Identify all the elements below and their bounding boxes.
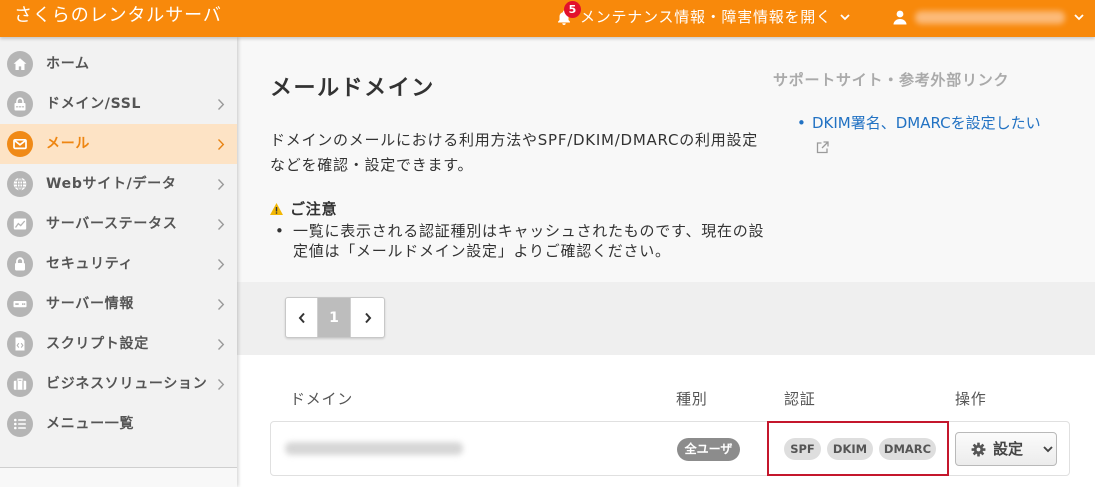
sidebar-item-label: ホーム	[46, 56, 90, 72]
chevron-right-icon	[217, 299, 225, 310]
settings-dropdown-button[interactable]: 設定	[955, 432, 1057, 466]
chevron-right-icon	[217, 259, 225, 270]
top-bar: さくらのレンタルサーバ 5 メンテナンス情報・障害情報を開く	[0, 0, 1095, 37]
dkim-dmarc-support-link[interactable]: DKIM署名、DMARCを設定したい	[812, 113, 1072, 133]
maintenance-info-toggle[interactable]: 5 メンテナンス情報・障害情報を開く	[556, 0, 856, 37]
sidebar-item-label: スクリプト設定	[46, 336, 149, 352]
pagination-prev-button[interactable]	[286, 298, 318, 337]
sidebar-item-security[interactable]: セキュリティ	[0, 244, 237, 284]
chart-icon	[7, 211, 33, 237]
support-links-heading: サポートサイト・参考外部リンク	[773, 71, 1010, 89]
user-name-redacted	[915, 11, 1065, 24]
sidebar-item-server-status[interactable]: サーバーステータス	[0, 204, 237, 244]
page-description: ドメインのメールにおける利用方法やSPF/DKIM/DMARCの利用設定などを確…	[270, 131, 758, 174]
page-title: メールドメイン	[270, 76, 435, 101]
chevron-down-icon	[840, 14, 850, 21]
column-header-auth: 認証	[784, 390, 816, 408]
sidebar-item-label: メニュー一覧	[46, 416, 135, 432]
chevron-right-icon	[217, 219, 225, 230]
auth-badge-spf: SPF	[784, 438, 821, 460]
column-header-domain: ドメイン	[290, 390, 354, 408]
home-icon	[7, 51, 33, 77]
chevron-right-icon	[217, 99, 225, 110]
globe-icon	[7, 171, 33, 197]
notification-badge: 5	[564, 1, 581, 18]
sidebar-item-label: メール	[46, 136, 91, 152]
notice-heading: ご注意	[290, 200, 338, 218]
user-menu[interactable]	[890, 0, 1090, 37]
settings-button-label: 設定	[993, 440, 1024, 458]
type-badge: 全ユーザ	[677, 438, 740, 461]
external-link-icon[interactable]	[816, 141, 829, 154]
server-icon	[7, 291, 33, 317]
column-header-actions: 操作	[955, 390, 987, 408]
sidebar-item-label: ビジネスソリューション	[46, 376, 208, 392]
column-header-type: 種別	[676, 390, 708, 408]
mail-icon	[7, 131, 33, 157]
support-links-list: DKIM署名、DMARCを設定したい	[797, 113, 1072, 154]
auth-badges: SPF DKIM DMARC	[784, 438, 936, 460]
sidebar: ホーム ドメイン/SSL メール Webサイト/データ サーバーステータス セキ…	[0, 37, 237, 487]
chevron-right-icon	[364, 312, 371, 323]
pagination: 1	[285, 297, 385, 338]
chevron-left-icon	[298, 312, 305, 323]
chevron-right-icon	[217, 139, 225, 150]
notice-list: 一覧に表示される認証種別はキャッシュされたものです、現在の設定値は「メールドメイ…	[270, 221, 775, 261]
gear-icon	[971, 442, 986, 457]
app-title[interactable]: さくらのレンタルサーバ	[14, 4, 222, 28]
support-link-item: DKIM署名、DMARCを設定したい	[797, 113, 1072, 154]
warning-icon	[270, 203, 283, 215]
sidebar-item-website-data[interactable]: Webサイト/データ	[0, 164, 237, 204]
chevron-right-icon	[217, 179, 225, 190]
sidebar-item-label: Webサイト/データ	[46, 176, 177, 192]
script-icon	[7, 331, 33, 357]
notice-item: 一覧に表示される認証種別はキャッシュされたものです、現在の設定値は「メールドメイ…	[270, 221, 775, 261]
auth-badge-dmarc: DMARC	[879, 438, 936, 460]
briefcase-icon	[7, 371, 33, 397]
auth-badge-dkim: DKIM	[827, 438, 873, 460]
chevron-right-icon	[217, 339, 225, 350]
sidebar-item-label: サーバーステータス	[46, 216, 178, 232]
sidebar-item-script-settings[interactable]: スクリプト設定	[0, 324, 237, 364]
sidebar-item-menu-list[interactable]: メニュー一覧	[0, 404, 237, 444]
pagination-page-current[interactable]: 1	[318, 298, 350, 337]
sidebar-footer	[0, 468, 237, 487]
sidebar-item-label: ドメイン/SSL	[46, 96, 142, 112]
domain-ssl-icon	[7, 91, 33, 117]
chevron-down-icon	[1043, 446, 1053, 453]
pagination-next-button[interactable]	[350, 298, 384, 337]
sidebar-item-mail[interactable]: メール	[0, 124, 237, 164]
list-icon	[7, 411, 33, 437]
chevron-right-icon	[217, 379, 225, 390]
row-domain-redacted	[285, 442, 463, 455]
maintenance-info-label: メンテナンス情報・障害情報を開く	[580, 8, 832, 26]
sidebar-item-home[interactable]: ホーム	[0, 44, 237, 84]
sidebar-nav: ホーム ドメイン/SSL メール Webサイト/データ サーバーステータス セキ…	[0, 44, 237, 444]
sidebar-item-domain-ssl[interactable]: ドメイン/SSL	[0, 84, 237, 124]
lock-icon	[7, 251, 33, 277]
sidebar-item-server-info[interactable]: サーバー情報	[0, 284, 237, 324]
sidebar-item-business-solutions[interactable]: ビジネスソリューション	[0, 364, 237, 404]
user-icon	[893, 10, 907, 25]
sidebar-item-label: サーバー情報	[46, 296, 135, 312]
sidebar-item-label: セキュリティ	[46, 256, 134, 272]
chevron-down-icon	[1074, 14, 1084, 21]
